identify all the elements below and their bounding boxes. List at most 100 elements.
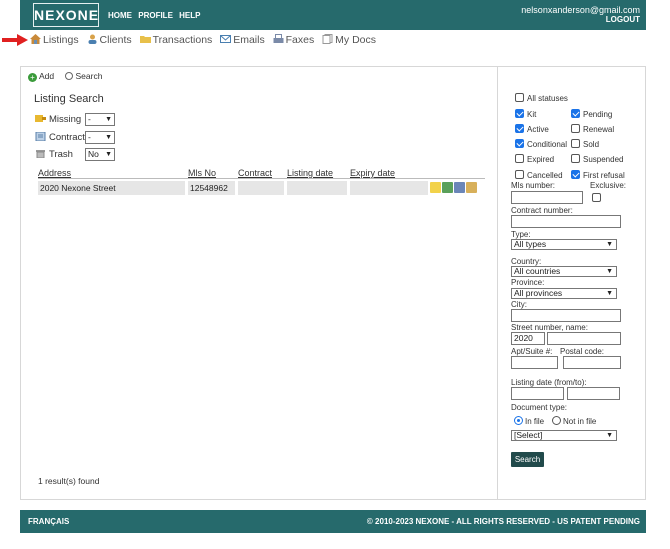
status-label: Expired bbox=[527, 155, 555, 164]
nav-home[interactable]: HOME bbox=[108, 11, 132, 20]
documents-icon bbox=[322, 34, 333, 44]
logout-link[interactable]: LOGOUT bbox=[521, 15, 640, 25]
plus-icon: + bbox=[28, 73, 37, 82]
status-pending[interactable]: Pending bbox=[571, 109, 612, 119]
nav-faxes[interactable]: Faxes bbox=[273, 34, 314, 46]
cell-listing-date bbox=[287, 181, 347, 195]
status-checkbox[interactable] bbox=[515, 124, 524, 133]
status-checkbox[interactable] bbox=[571, 139, 580, 148]
missing-select-value: - bbox=[88, 114, 91, 124]
top-bar: NEXONE HOME PROFILE HELP nelsonxanderson… bbox=[20, 0, 646, 30]
note-icon[interactable] bbox=[430, 182, 441, 193]
status-conditional[interactable]: Conditional bbox=[515, 139, 567, 149]
status-checkbox[interactable] bbox=[571, 109, 580, 118]
status-suspended[interactable]: Suspended bbox=[571, 154, 623, 164]
col-address[interactable]: Address bbox=[38, 168, 71, 178]
status-checkbox[interactable] bbox=[571, 124, 580, 133]
export-icon[interactable] bbox=[442, 182, 453, 193]
status-checkbox[interactable] bbox=[515, 139, 524, 148]
cell-mls-no: 12548962 bbox=[188, 181, 235, 195]
nav-listings-label: Listings bbox=[43, 34, 79, 46]
mls-number-label: Mls number: bbox=[511, 181, 556, 190]
status-checkbox[interactable] bbox=[515, 154, 524, 163]
contract-select[interactable]: - ▼ bbox=[85, 131, 115, 144]
search-icon bbox=[64, 72, 73, 80]
copyright: © 2010-2023 NEXONE - ALL RIGHTS RESERVED… bbox=[366, 517, 640, 526]
in-file-radio[interactable] bbox=[514, 416, 523, 425]
exclusive-label: Exclusive: bbox=[590, 181, 627, 190]
street-name-input[interactable] bbox=[547, 332, 621, 345]
status-checkbox[interactable] bbox=[571, 154, 580, 163]
postal-code-input[interactable] bbox=[563, 356, 621, 369]
mls-number-input[interactable] bbox=[511, 191, 583, 204]
missing-select[interactable]: - ▼ bbox=[85, 113, 115, 126]
filter-trash: Trash No ▼ bbox=[35, 148, 115, 161]
status-sold[interactable]: Sold bbox=[571, 139, 599, 149]
nav-emails-label: Emails bbox=[233, 34, 265, 46]
language-link[interactable]: FRANÇAIS bbox=[28, 517, 69, 526]
edit-icon[interactable] bbox=[466, 182, 477, 193]
trash-select[interactable]: No ▼ bbox=[85, 148, 115, 161]
all-statuses-label: All statuses bbox=[527, 94, 568, 103]
filter-missing: Missing - ▼ bbox=[35, 113, 115, 126]
col-expiry-date[interactable]: Expiry date bbox=[350, 168, 395, 178]
contract-number-input[interactable] bbox=[511, 215, 621, 228]
type-select[interactable]: All types ▼ bbox=[511, 239, 617, 250]
search-button[interactable]: Search bbox=[64, 71, 103, 81]
exclusive-option[interactable] bbox=[592, 193, 604, 203]
row-actions bbox=[430, 182, 478, 195]
nav-transactions[interactable]: Transactions bbox=[139, 34, 212, 46]
nav-profile[interactable]: PROFILE bbox=[138, 11, 173, 20]
nav-clients[interactable]: Clients bbox=[87, 34, 132, 46]
listing-date-from-input[interactable] bbox=[511, 387, 564, 400]
listing-date-to-input[interactable] bbox=[567, 387, 620, 400]
status-checkbox[interactable] bbox=[571, 170, 580, 179]
status-label: Renewal bbox=[583, 125, 615, 134]
in-file-option[interactable]: In file bbox=[514, 416, 544, 426]
folder-icon bbox=[139, 36, 151, 43]
cell-address[interactable]: 2020 Nexone Street bbox=[38, 181, 185, 195]
nav-clients-label: Clients bbox=[99, 34, 132, 46]
status-checkbox[interactable] bbox=[515, 170, 524, 179]
postal-code-label: Postal code: bbox=[560, 347, 605, 356]
col-listing-date[interactable]: Listing date bbox=[287, 168, 333, 178]
nav-help[interactable]: HELP bbox=[179, 11, 200, 20]
col-mls-no[interactable]: Mls No bbox=[188, 168, 216, 178]
all-statuses-option[interactable]: All statuses bbox=[515, 93, 568, 103]
person-icon bbox=[88, 34, 97, 44]
city-input[interactable] bbox=[511, 309, 621, 322]
header-divider bbox=[38, 178, 485, 179]
exclusive-checkbox[interactable] bbox=[592, 193, 601, 202]
street-number-input[interactable]: 2020 bbox=[511, 332, 545, 345]
country-select[interactable]: All countries ▼ bbox=[511, 266, 617, 277]
nexone-logo[interactable]: NEXONE bbox=[33, 3, 99, 27]
listing-search-pane: + Add Search Listing Search Missing - ▼ Con… bbox=[21, 67, 497, 499]
search-label: Search bbox=[75, 71, 103, 81]
apt-input[interactable] bbox=[511, 356, 558, 369]
status-cancelled[interactable]: Cancelled bbox=[515, 170, 563, 180]
contract-select-value: - bbox=[88, 132, 91, 142]
nav-listings[interactable]: Listings bbox=[30, 34, 79, 46]
document-select[interactable]: [Select] ▼ bbox=[511, 430, 617, 441]
country-select-value: All countries bbox=[514, 266, 561, 276]
print-icon[interactable] bbox=[454, 182, 465, 193]
document-type-label: Document type: bbox=[511, 403, 568, 412]
not-in-file-option[interactable]: Not in file bbox=[552, 416, 596, 426]
status-kit[interactable]: Kit bbox=[515, 109, 536, 119]
status-active[interactable]: Active bbox=[515, 124, 549, 134]
nav-emails[interactable]: Emails bbox=[220, 34, 265, 46]
status-checkbox[interactable] bbox=[515, 109, 524, 118]
col-contract[interactable]: Contract bbox=[238, 168, 272, 178]
status-first-refusal[interactable]: First refusal bbox=[571, 170, 625, 180]
status-expired[interactable]: Expired bbox=[515, 154, 554, 164]
country-label: Country: bbox=[511, 257, 542, 266]
all-statuses-checkbox[interactable] bbox=[515, 93, 524, 102]
search-submit-button[interactable]: Search bbox=[511, 452, 544, 467]
not-in-file-radio[interactable] bbox=[552, 416, 561, 425]
province-select[interactable]: All provinces ▼ bbox=[511, 288, 617, 299]
status-renewal[interactable]: Renewal bbox=[571, 124, 614, 134]
table-row[interactable]: 2020 Nexone Street 12548962 bbox=[38, 181, 485, 195]
nav-mydocs[interactable]: My Docs bbox=[322, 34, 376, 46]
status-label: Kit bbox=[527, 110, 537, 119]
add-button[interactable]: + Add bbox=[28, 71, 54, 82]
